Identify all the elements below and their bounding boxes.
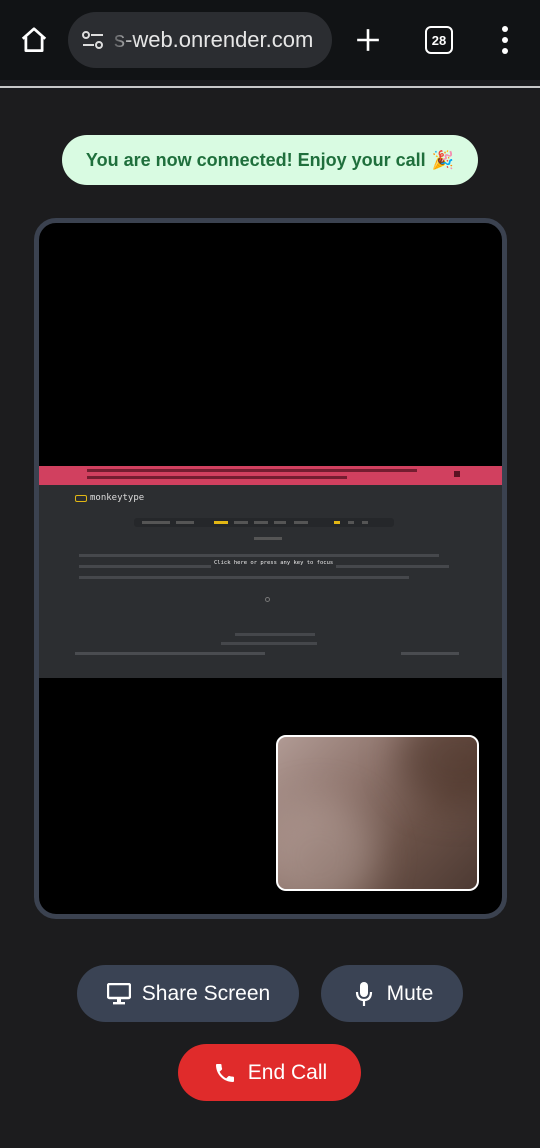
- home-button[interactable]: [14, 22, 54, 58]
- phone-icon: [212, 1060, 238, 1086]
- remote-video: monkeytype Click here or press any key t…: [34, 218, 507, 919]
- more-vert-icon[interactable]: [490, 20, 520, 60]
- shared-notice-banner: [39, 466, 502, 485]
- status-toast: You are now connected! Enjoy your call 🎉: [62, 135, 478, 185]
- local-video-preview: [276, 735, 479, 891]
- url-text[interactable]: s-web.onrender.com: [114, 27, 313, 53]
- new-tab-button[interactable]: [348, 20, 388, 60]
- share-screen-button[interactable]: Share Screen: [77, 965, 299, 1022]
- shared-restart-icon: [265, 597, 270, 602]
- share-screen-label: Share Screen: [141, 981, 271, 1005]
- shared-screen-content: monkeytype Click here or press any key t…: [39, 466, 502, 678]
- shared-footer-links: [75, 652, 265, 655]
- end-call-label: End Call: [247, 1060, 328, 1084]
- mute-button[interactable]: Mute: [321, 965, 463, 1022]
- plus-icon: [357, 29, 379, 51]
- shared-focus-hint: Click here or press any key to focus: [211, 558, 337, 568]
- mute-label: Mute: [386, 981, 434, 1005]
- tabs-icon[interactable]: 28: [425, 26, 453, 54]
- monitor-icon: [106, 981, 132, 1007]
- shared-shortcut-hint: [235, 633, 315, 636]
- shared-language-label: [254, 537, 282, 540]
- browser-toolbar: s-web.onrender.com 28: [0, 0, 540, 80]
- microphone-icon: [351, 981, 377, 1007]
- shared-shortcut-hint: [221, 642, 317, 645]
- shared-footer-version: [401, 652, 459, 655]
- end-call-button[interactable]: End Call: [178, 1044, 361, 1101]
- party-popper-icon: 🎉: [431, 149, 455, 170]
- shared-config-bar: [134, 518, 394, 527]
- shared-app-logo: monkeytype: [75, 493, 144, 503]
- address-bar[interactable]: s-web.onrender.com: [68, 12, 332, 68]
- tune-icon[interactable]: [80, 27, 106, 53]
- home-icon: [21, 27, 47, 52]
- url-fade: [106, 12, 136, 68]
- status-message: You are now connected! Enjoy your call: [85, 149, 426, 170]
- divider: [0, 86, 540, 88]
